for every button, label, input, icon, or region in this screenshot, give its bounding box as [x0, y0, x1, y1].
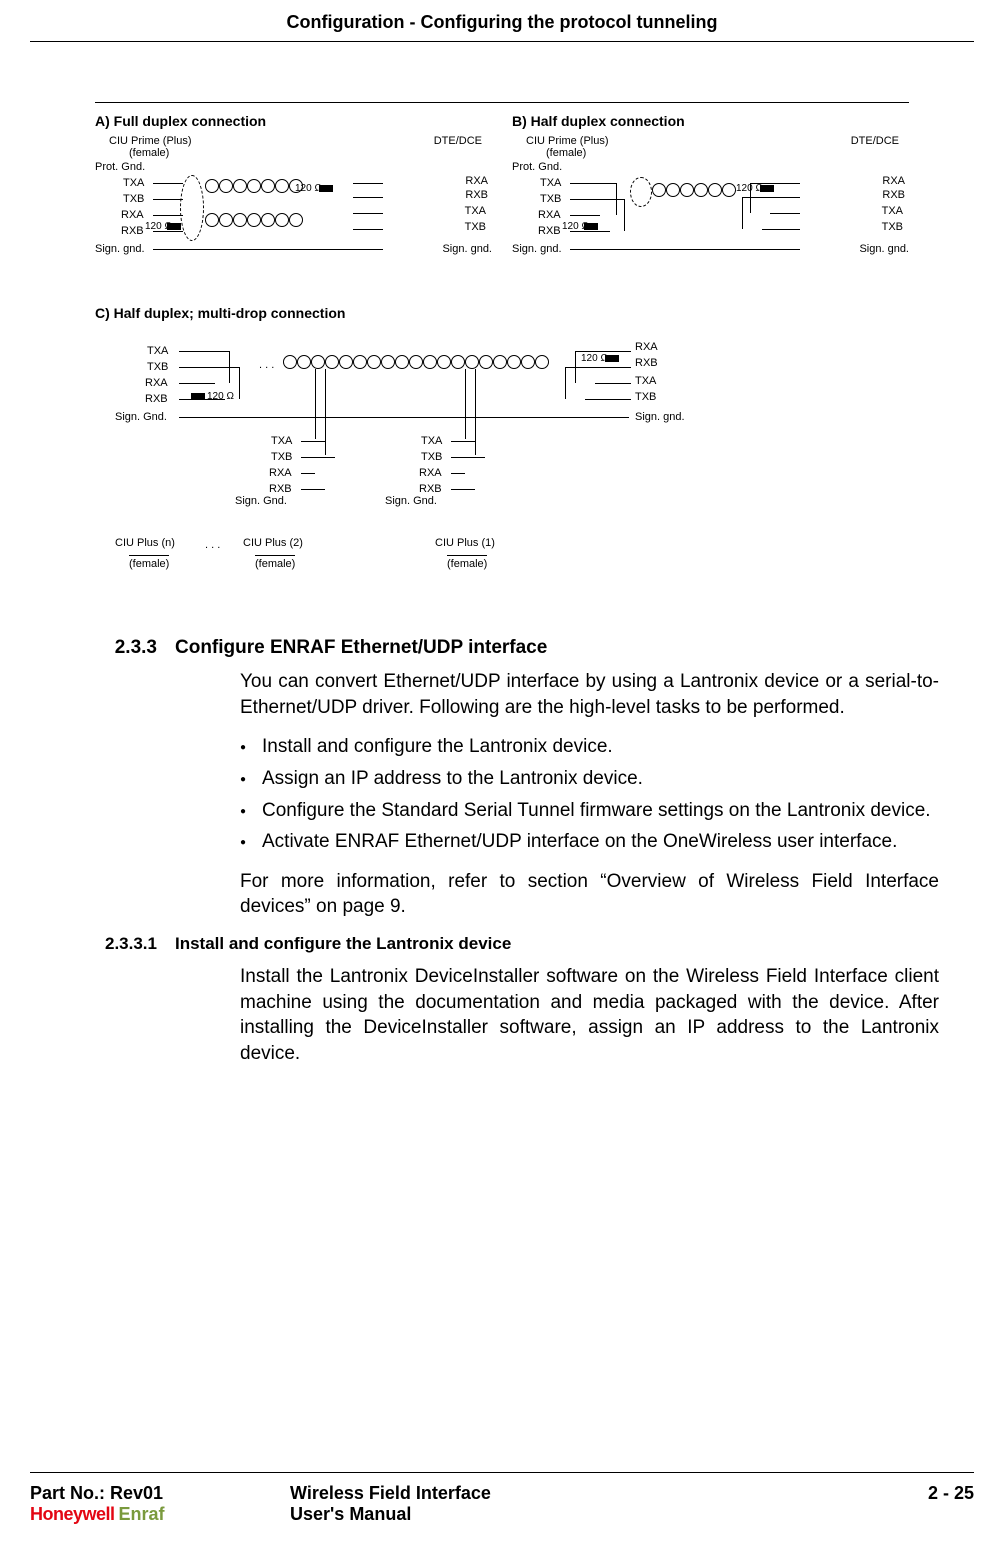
c-d1-4: Sign. Gnd.: [235, 495, 287, 507]
footer-doc-title: Wireless Field Interface: [290, 1483, 928, 1504]
c-ohm-2: 120 Ω: [581, 353, 608, 364]
b-ohm-1: 120 Ω: [736, 183, 763, 194]
b-left-top: CIU Prime (Plus): [526, 135, 609, 147]
c-bottom-0: CIU Plus (n): [115, 537, 175, 549]
c-pin-r4: Sign. gnd.: [635, 411, 685, 423]
c-d1-3: RXB: [269, 483, 292, 495]
diagram-b: B) Half duplex connection CIU Prime (Plu…: [512, 113, 909, 275]
c-female-0: (female): [129, 555, 169, 570]
c-pin-l0: TXA: [147, 345, 168, 357]
b-left-sub: (female): [546, 147, 586, 159]
brand-logo: Honeywell Enraf: [30, 1504, 290, 1525]
c-pin-l1: TXB: [147, 361, 168, 373]
c-d2-3: RXB: [419, 483, 442, 495]
list-item: Install and configure the Lantronix devi…: [240, 734, 939, 760]
paragraph: For more information, refer to section “…: [240, 869, 939, 920]
honeywell-logo: Honeywell: [30, 1504, 115, 1525]
c-pin-l2: RXA: [145, 377, 168, 389]
list-item: Configure the Standard Serial Tunnel fir…: [240, 798, 939, 824]
diagram-a: A) Full duplex connection CIU Prime (Plu…: [95, 113, 492, 275]
c-female-1: (female): [255, 555, 295, 570]
section-heading-2.3.3: 2.3.3 Configure ENRAF Ethernet/UDP inter…: [0, 637, 939, 659]
c-bottom-2: CIU Plus (1): [435, 537, 495, 549]
diagram-c: C) Half duplex; multi-drop connection TX…: [95, 305, 909, 607]
a-pin-r4: Sign. gnd.: [442, 243, 492, 255]
a-pin-l3: RXA: [121, 209, 144, 221]
c-d1-0: TXA: [271, 435, 292, 447]
page-header: Configuration - Configuring the protocol…: [30, 0, 974, 42]
c-female-2: (female): [447, 555, 487, 570]
b-pin-l2: TXB: [540, 193, 561, 205]
b-pin-l3: RXA: [538, 209, 561, 221]
c-pin-r3: TXB: [635, 391, 656, 403]
b-pin-l4: RXB: [538, 225, 561, 237]
a-pin-r1: RXB: [465, 189, 488, 201]
a-pin-r3: TXB: [465, 221, 486, 233]
paragraph: You can convert Ethernet/UDP interface b…: [240, 669, 939, 720]
a-left-top: CIU Prime (Plus): [109, 135, 192, 147]
b-pin-l0: Prot. Gnd.: [512, 161, 562, 173]
diagram-c-title: C) Half duplex; multi-drop connection: [95, 305, 909, 321]
diagram-a-title: A) Full duplex connection: [95, 113, 492, 129]
bullet-list: Install and configure the Lantronix devi…: [240, 734, 939, 855]
c-pin-r2: TXA: [635, 375, 656, 387]
b-right-top: DTE/DCE: [851, 135, 899, 147]
a-pin-l2: TXB: [123, 193, 144, 205]
b-ohm-2: 120 Ω: [562, 221, 589, 232]
a-pin-l4: RXB: [121, 225, 144, 237]
header-title: Configuration - Configuring the protocol…: [287, 12, 718, 32]
c-d2-2: RXA: [419, 467, 442, 479]
section-title: Install and configure the Lantronix devi…: [175, 934, 939, 954]
c-bottom-1: CIU Plus (2): [243, 537, 303, 549]
section-heading-2.3.3.1: 2.3.3.1 Install and configure the Lantro…: [0, 934, 939, 954]
footer-doc-subtitle: User's Manual: [290, 1504, 928, 1525]
section-number: 2.3.3: [0, 637, 175, 659]
section-number: 2.3.3.1: [0, 934, 175, 954]
b-pin-l5: Sign. gnd.: [512, 243, 562, 255]
list-item: Activate ENRAF Ethernet/UDP interface on…: [240, 829, 939, 855]
a-pin-l5: Sign. gnd.: [95, 243, 145, 255]
diagram-area: A) Full duplex connection CIU Prime (Plu…: [95, 102, 909, 607]
c-d2-4: Sign. Gnd.: [385, 495, 437, 507]
a-pin-r2: TXA: [465, 205, 486, 217]
a-pin-l1: TXA: [123, 177, 144, 189]
a-ohm-2: 120 Ω: [145, 221, 172, 232]
c-pin-r1: RXB: [635, 357, 658, 369]
a-pin-l0: Prot. Gnd.: [95, 161, 145, 173]
b-pin-r3: TXB: [882, 221, 903, 233]
a-left-sub: (female): [129, 147, 169, 159]
b-pin-r4: Sign. gnd.: [859, 243, 909, 255]
part-number: Part No.: Rev01: [30, 1483, 290, 1504]
c-pin-r0: RXA: [635, 341, 658, 353]
b-pin-r0: RXA: [882, 175, 905, 187]
a-pin-r0: RXA: [465, 175, 488, 187]
c-ohm-1: 120 Ω: [207, 391, 234, 402]
resistor-icon: [191, 393, 205, 400]
c-d2-0: TXA: [421, 435, 442, 447]
list-item: Assign an IP address to the Lantronix de…: [240, 766, 939, 792]
c-dots-bottom: . . .: [205, 539, 220, 551]
a-right-top: DTE/DCE: [434, 135, 482, 147]
c-d1-1: TXB: [271, 451, 292, 463]
c-d1-2: RXA: [269, 467, 292, 479]
c-pin-l4: Sign. Gnd.: [115, 411, 167, 423]
paragraph: Install the Lantronix DeviceInstaller so…: [240, 964, 939, 1067]
page-number: 2 - 25: [928, 1483, 974, 1504]
a-ohm-1: 120 Ω: [295, 183, 322, 194]
section-title: Configure ENRAF Ethernet/UDP interface: [175, 637, 939, 659]
b-pin-r2: TXA: [882, 205, 903, 217]
c-d2-1: TXB: [421, 451, 442, 463]
diagram-b-title: B) Half duplex connection: [512, 113, 909, 129]
page-footer: Part No.: Rev01 Honeywell Enraf Wireless…: [30, 1472, 974, 1525]
b-pin-l1: TXA: [540, 177, 561, 189]
b-pin-r1: RXB: [882, 189, 905, 201]
c-dots-top: . . .: [259, 359, 274, 371]
enraf-logo: Enraf: [119, 1504, 165, 1525]
c-pin-l3: RXB: [145, 393, 168, 405]
